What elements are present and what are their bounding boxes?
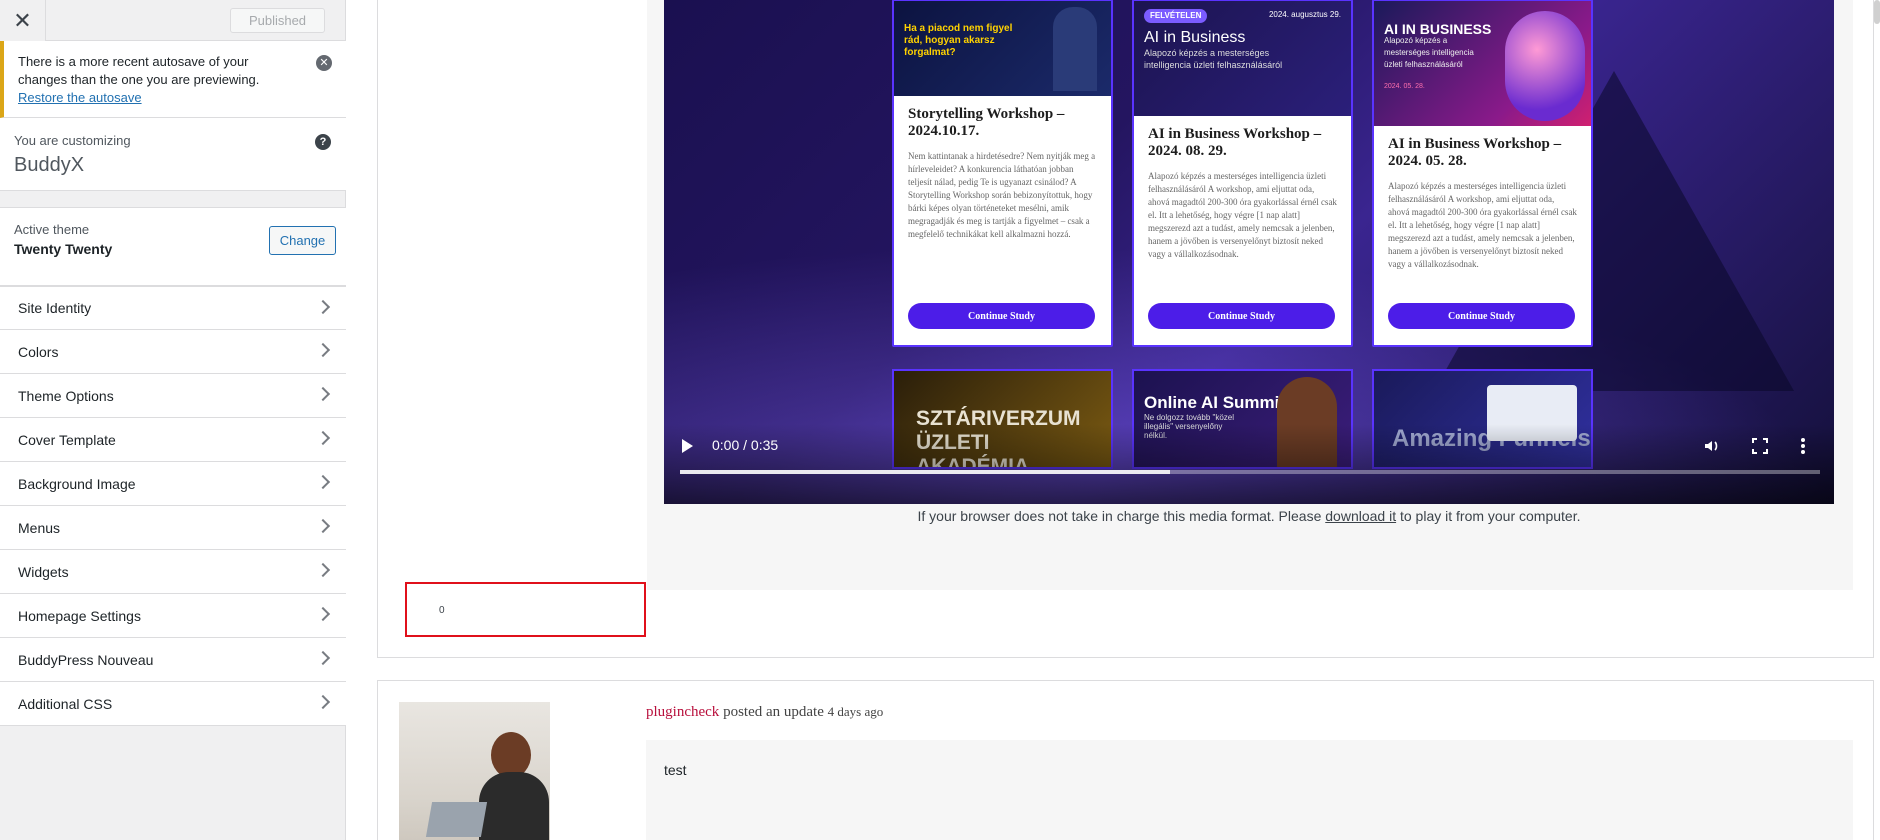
activity-meta: plugincheck posted an update 4 days ago <box>646 704 883 721</box>
chevron-right-icon <box>315 562 331 578</box>
video-controls <box>664 424 1834 504</box>
restore-autosave-link[interactable]: Restore the autosave <box>18 90 142 105</box>
activity-timestamp: 4 days ago <box>827 704 884 719</box>
customizer-sidebar: ✕ Published There is a more recent autos… <box>0 0 346 840</box>
preview-scrollbar[interactable] <box>1874 0 1880 24</box>
chevron-right-icon <box>315 299 331 315</box>
more-vertical-icon[interactable] <box>1800 437 1806 455</box>
panel-label: Colors <box>18 343 59 360</box>
download-link[interactable]: download it <box>1325 508 1396 524</box>
panel-label: Cover Template <box>18 431 116 448</box>
fallback-text: to play it from your computer. <box>1396 508 1581 524</box>
panel-homepage-settings[interactable]: Homepage Settings <box>0 594 346 638</box>
continue-study-button[interactable]: Continue Study <box>1388 303 1575 329</box>
avatar-laptop <box>425 802 488 837</box>
course-thumbnail: Ha a piacod nem figyel rád, hogyan akars… <box>894 1 1111 96</box>
panel-buddypress-nouveau[interactable]: BuddyPress Nouveau <box>0 638 346 682</box>
panel-cover-template[interactable]: Cover Template <box>0 418 346 462</box>
panel-background-image[interactable]: Background Image <box>0 462 346 506</box>
chevron-right-icon <box>315 386 331 402</box>
video-progress-fill <box>680 470 1171 474</box>
volume-icon[interactable] <box>1704 438 1720 454</box>
thumbnail-title: AI in Business <box>1144 29 1246 46</box>
chevron-right-icon <box>315 342 331 358</box>
course-card: Ha a piacod nem figyel rád, hogyan akars… <box>892 0 1113 347</box>
video-player[interactable]: Ha a piacod nem figyel rád, hogyan akars… <box>664 0 1834 504</box>
panel-theme-options[interactable]: Theme Options <box>0 374 346 418</box>
panel-additional-css[interactable]: Additional CSS <box>0 682 346 726</box>
chevron-right-icon <box>315 694 331 710</box>
course-title: Storytelling Workshop – 2024.10.17. <box>908 106 1065 139</box>
course-card: FELVÉTELEN 2024. augusztus 29. AI in Bus… <box>1132 0 1353 347</box>
fullscreen-icon[interactable] <box>1752 438 1768 454</box>
course-title: AI in Business Workshop – 2024. 05. 28. <box>1388 136 1562 169</box>
course-title: AI in Business Workshop – 2024. 08. 29. <box>1148 126 1322 159</box>
panel-label: Homepage Settings <box>18 607 141 624</box>
video-time: 0:00 / 0:35 <box>712 437 779 453</box>
panel-label: BuddyPress Nouveau <box>18 651 154 668</box>
help-icon[interactable]: ? <box>315 134 331 150</box>
course-thumbnail: AI IN BUSINESS Alapozó képzés a mestersé… <box>1374 1 1591 126</box>
counter-value: 0 <box>439 605 445 616</box>
course-description: Alapozó képzés a mesterséges intelligenc… <box>1388 181 1577 269</box>
thumbnail-badge: FELVÉTELEN <box>1144 9 1208 23</box>
course-card: AI IN BUSINESS Alapozó képzés a mestersé… <box>1372 0 1593 347</box>
close-icon[interactable]: ✕ <box>0 0 46 41</box>
activity-content: Ha a piacod nem figyel rád, hogyan akars… <box>647 0 1853 590</box>
panel-site-identity[interactable]: Site Identity <box>0 286 346 330</box>
autosave-text: There is a more recent autosave of your … <box>18 54 260 87</box>
chevron-right-icon <box>315 518 331 534</box>
continue-study-button[interactable]: Continue Study <box>908 303 1095 329</box>
course-description: Nem kattintanak a hirdetésedre? Nem nyit… <box>908 151 1096 239</box>
chevron-right-icon <box>315 430 331 446</box>
chevron-right-icon <box>315 606 331 622</box>
speaker-figure <box>1053 7 1097 91</box>
media-fallback-message: If your browser does not take in charge … <box>664 508 1834 524</box>
play-icon[interactable] <box>682 439 693 453</box>
site-name: BuddyX <box>14 154 85 176</box>
thumbnail-subtitle: Alapozó képzés a mesterséges intelligenc… <box>1384 36 1474 69</box>
chevron-right-icon <box>315 474 331 490</box>
avatar-body <box>479 772 549 840</box>
customizing-info: You are customizing BuddyX <box>0 118 346 191</box>
panel-label: Widgets <box>18 563 69 580</box>
autosave-notice: There is a more recent autosave of your … <box>0 41 346 118</box>
activity-card: Ha a piacod nem figyel rád, hogyan akars… <box>377 0 1874 658</box>
thumbnail-text: Ha a piacod nem figyel rád, hogyan akars… <box>904 23 1013 58</box>
change-theme-button[interactable]: Change <box>269 226 336 255</box>
course-description: Alapozó képzés a mesterséges intelligenc… <box>1148 171 1337 259</box>
fallback-text: If your browser does not take in charge … <box>917 508 1326 524</box>
highlighted-counter[interactable]: 0 <box>405 582 646 637</box>
video-progress-bar[interactable] <box>680 470 1820 474</box>
publish-button[interactable]: Published <box>230 8 325 33</box>
continue-study-button[interactable]: Continue Study <box>1148 303 1335 329</box>
portrait-figure <box>1505 11 1585 121</box>
panel-label: Menus <box>18 519 61 536</box>
customizer-panel-list: Site Identity Colors Theme Options Cover… <box>0 286 346 726</box>
activity-card: plugincheck posted an update 4 days ago … <box>377 680 1874 840</box>
activity-user-link[interactable]: plugincheck <box>646 704 719 720</box>
site-preview: Ha a piacod nem figyel rád, hogyan akars… <box>347 0 1880 840</box>
thumbnail-date: 2024. augusztus 29. <box>1268 10 1341 19</box>
dismiss-icon[interactable]: ✕ <box>316 55 332 71</box>
avatar[interactable] <box>399 702 550 840</box>
course-thumbnail: FELVÉTELEN 2024. augusztus 29. AI in Bus… <box>1134 1 1351 116</box>
activity-text: test <box>664 762 687 778</box>
activity-body: test <box>646 740 1853 840</box>
customizer-header: ✕ Published <box>0 0 345 41</box>
chevron-right-icon <box>315 650 331 666</box>
panel-widgets[interactable]: Widgets <box>0 550 346 594</box>
panel-label: Theme Options <box>18 387 114 404</box>
active-theme-section: Active theme Twenty Twenty Change <box>0 207 346 286</box>
panel-label: Site Identity <box>18 300 92 316</box>
panel-menus[interactable]: Menus <box>0 506 346 550</box>
customizing-label: You are customizing <box>14 133 131 148</box>
panel-colors[interactable]: Colors <box>0 330 346 374</box>
panel-label: Additional CSS <box>18 695 113 712</box>
panel-label: Background Image <box>18 475 136 492</box>
activity-action: posted an update <box>719 704 828 720</box>
thumbnail-subtitle: Alapozó képzés a mesterséges intelligenc… <box>1144 48 1283 70</box>
